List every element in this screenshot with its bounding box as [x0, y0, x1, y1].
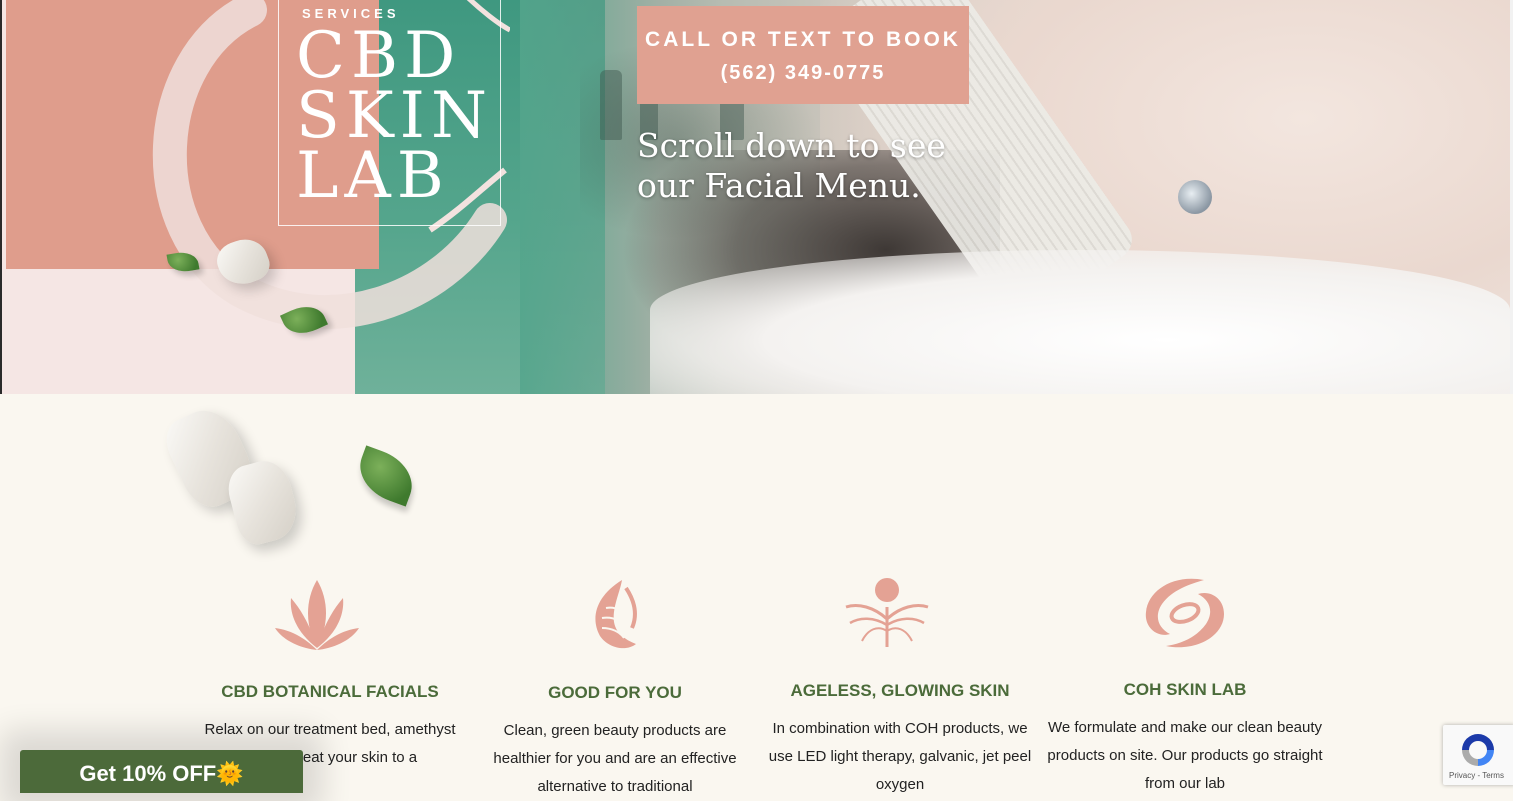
hero-left-border: [0, 0, 2, 394]
logo-text-lab: LAB: [296, 139, 450, 213]
feature-text: We formulate and make our clean beauty p…: [1047, 719, 1323, 792]
sun-icon: 🌞: [216, 761, 244, 786]
scroll-hint: Scroll down to see our Facial Menu.: [637, 126, 997, 206]
call-to-book-button[interactable]: CALL OR TEXT TO BOOK (562) 349-0775: [637, 6, 969, 104]
promo-text: Get 10% OFF: [79, 761, 217, 786]
feature-title: AGELESS, GLOWING SKIN: [790, 681, 1010, 700]
hero-earring: [1178, 180, 1212, 214]
call-to-book-label: CALL OR TEXT TO BOOK: [645, 28, 961, 51]
feature-card-good-for-you: GOOD FOR YOU Clean, green beauty product…: [475, 683, 755, 801]
scroll-hint-line2: our Facial Menu.: [637, 166, 921, 205]
leaf-image: [351, 445, 421, 507]
promo-label: Get 10% OFF🌞: [20, 761, 303, 787]
feature-text: In combination with COH products, we use…: [768, 720, 1032, 793]
feature-title: CBD BOTANICAL FACIALS: [221, 682, 439, 701]
orbit-swirl-icon: [1145, 578, 1224, 648]
radiant-figure-icon: [845, 578, 929, 647]
discount-promo-button[interactable]: Get 10% OFF🌞: [20, 750, 303, 793]
phone-number[interactable]: (562) 349-0775: [637, 62, 969, 85]
hero-bottle: [600, 70, 622, 140]
logo-text-cbd: CBD: [296, 19, 462, 93]
wave-shell-icon: [595, 580, 637, 649]
feature-text: Clean, green beauty products are healthi…: [493, 722, 737, 795]
feature-title: COH SKIN LAB: [1123, 680, 1247, 699]
lotus-icon: [275, 580, 359, 650]
feature-card-ageless: AGELESS, GLOWING SKIN In combination wit…: [760, 681, 1040, 799]
crystal-image: [222, 455, 304, 549]
recaptcha-icon: [1462, 734, 1494, 766]
scroll-hint-line1: Scroll down to see: [637, 126, 946, 165]
recaptcha-privacy-terms[interactable]: Privacy - Terms: [1449, 771, 1504, 780]
logo-text-skin: SKIN: [296, 79, 493, 153]
hero-banner: SERVICES CBD SKIN LAB CALL OR TEXT TO BO…: [0, 0, 1513, 394]
hero-towel: [650, 250, 1510, 394]
feature-card-coh-skin-lab: COH SKIN LAB We formulate and make our c…: [1045, 680, 1325, 798]
feature-title: GOOD FOR YOU: [548, 683, 682, 702]
recaptcha-badge[interactable]: Privacy - Terms: [1443, 725, 1513, 785]
